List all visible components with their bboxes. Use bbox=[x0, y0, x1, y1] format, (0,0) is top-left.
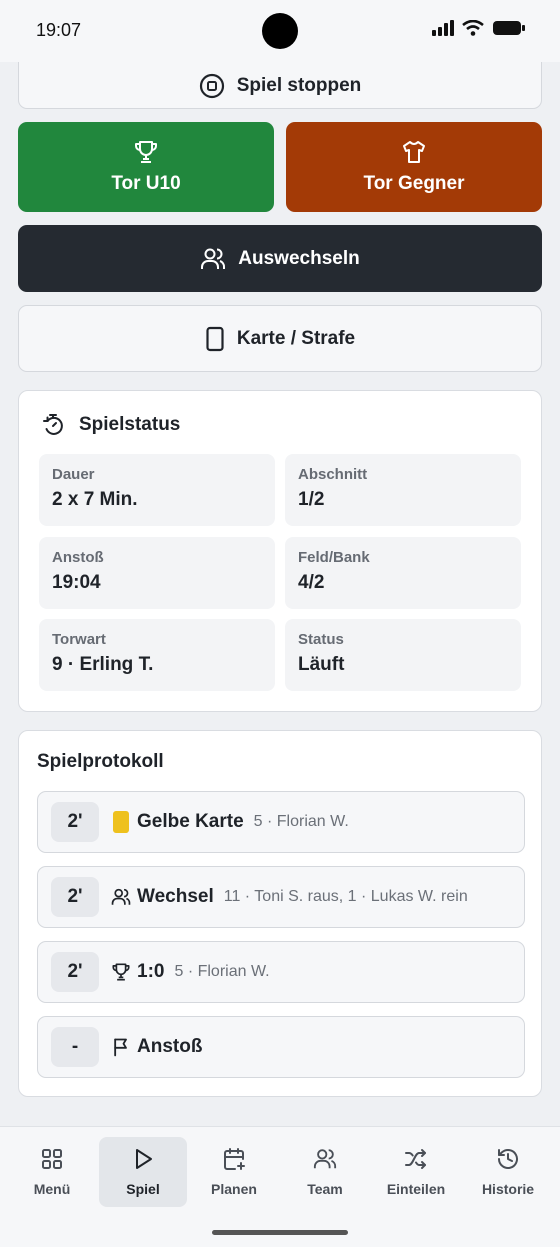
trophy-icon bbox=[111, 961, 131, 983]
protocol-entry-kickoff[interactable]: - Anstoß bbox=[37, 1016, 525, 1078]
card-penalty-label: Karte / Strafe bbox=[236, 327, 356, 349]
flag-icon bbox=[111, 1036, 131, 1058]
bottom-navigation: Menü Spiel Planen Team Einteilen Histori… bbox=[0, 1126, 560, 1247]
nav-item-team[interactable]: Team bbox=[281, 1137, 369, 1207]
nav-item-plan[interactable]: Planen bbox=[190, 1137, 278, 1207]
tile-value: 4/2 bbox=[298, 572, 325, 593]
entry-minute: 2' bbox=[51, 877, 99, 917]
status-tile-status: Status Läuft bbox=[285, 619, 521, 691]
stop-game-button[interactable]: Spiel stoppen bbox=[18, 62, 542, 109]
entry-title: Wechsel bbox=[137, 886, 214, 907]
timer-icon bbox=[43, 414, 63, 435]
shuffle-icon bbox=[405, 1149, 426, 1169]
nav-item-history[interactable]: Historie bbox=[464, 1137, 552, 1207]
nav-item-game[interactable]: Spiel bbox=[99, 1137, 187, 1207]
goal-opponent-button[interactable]: Tor Gegner bbox=[286, 122, 542, 212]
nav-label: Planen bbox=[211, 1181, 257, 1197]
nav-label: Menü bbox=[33, 1181, 71, 1197]
status-tile-goalkeeper: Torwart 9 · Erling T. bbox=[39, 619, 275, 691]
status-time: 19:07 bbox=[36, 20, 82, 40]
tile-value: Läuft bbox=[298, 654, 345, 675]
tile-label: Torwart bbox=[52, 631, 106, 648]
entry-minute: 2' bbox=[51, 952, 99, 992]
users-icon bbox=[313, 1149, 337, 1169]
tile-label: Anstoß bbox=[52, 549, 104, 566]
tile-label: Dauer bbox=[52, 466, 95, 483]
status-tile-field-bench: Feld/Bank 4/2 bbox=[285, 537, 521, 609]
entry-detail: 5 · Florian W. bbox=[253, 813, 349, 830]
protocol-entry-yellow-card[interactable]: 2' Gelbe Karte 5 · Florian W. bbox=[37, 791, 525, 853]
entry-title: Anstoß bbox=[137, 1036, 203, 1057]
play-icon bbox=[136, 1149, 152, 1169]
users-icon bbox=[111, 886, 131, 908]
status-bar: 19:07 bbox=[0, 0, 560, 62]
goal-opponent-label: Tor Gegner bbox=[363, 173, 465, 194]
tile-label: Status bbox=[298, 631, 344, 648]
game-status-card: Spielstatus Dauer 2 x 7 Min. Abschnitt 1… bbox=[18, 390, 542, 712]
goal-home-label: Tor U10 bbox=[111, 173, 181, 194]
tile-label: Feld/Bank bbox=[298, 549, 370, 566]
battery-icon bbox=[493, 21, 525, 35]
nav-label: Historie bbox=[481, 1181, 535, 1197]
protocol-entry-goal[interactable]: 2' 1:0 5 · Florian W. bbox=[37, 941, 525, 1003]
status-tile-period: Abschnitt 1/2 bbox=[285, 454, 521, 526]
card-penalty-button[interactable]: Karte / Strafe bbox=[18, 305, 542, 372]
nav-label: Team bbox=[307, 1181, 343, 1197]
yellow-card-icon bbox=[111, 811, 131, 833]
entry-detail: 5 · Florian W. bbox=[174, 963, 270, 980]
status-tile-duration: Dauer 2 x 7 Min. bbox=[39, 454, 275, 526]
tile-value: 1/2 bbox=[298, 489, 325, 510]
nav-item-menu[interactable]: Menü bbox=[8, 1137, 96, 1207]
wifi-icon bbox=[462, 20, 484, 36]
tile-label: Abschnitt bbox=[298, 466, 368, 483]
entry-minute: - bbox=[51, 1027, 99, 1067]
signal-icon bbox=[432, 20, 454, 36]
entry-title: Gelbe Karte bbox=[137, 811, 244, 832]
entry-minute: 2' bbox=[51, 802, 99, 842]
stop-game-label: Spiel stoppen bbox=[236, 74, 362, 96]
game-protocol-card: Spielprotokoll 2' Gelbe Karte 5 · Floria… bbox=[18, 730, 542, 1097]
history-icon bbox=[498, 1149, 518, 1169]
tile-value: 19:04 bbox=[52, 572, 101, 593]
home-indicator[interactable] bbox=[212, 1230, 348, 1235]
nav-label: Einteilen bbox=[386, 1181, 446, 1197]
protocol-entry-substitution[interactable]: 2' Wechsel 11 · Toni S. raus, 1 · Lukas … bbox=[37, 866, 525, 928]
grid-icon bbox=[42, 1149, 62, 1169]
tile-value: 9 · Erling T. bbox=[52, 654, 154, 675]
calendar-plus-icon bbox=[224, 1148, 245, 1170]
game-protocol-title: Spielprotokoll bbox=[37, 751, 164, 772]
substitute-label: Auswechseln bbox=[238, 247, 360, 269]
status-tile-kickoff: Anstoß 19:04 bbox=[39, 537, 275, 609]
card-icon bbox=[206, 326, 224, 351]
entry-title: 1:0 bbox=[137, 961, 165, 982]
entry-detail: 11 · Toni S. raus, 1 · Lukas W. rein bbox=[223, 888, 468, 905]
game-screen: Spiel stoppen Tor U10 Tor Gegner Auswech… bbox=[0, 62, 560, 1126]
stop-circle-icon bbox=[199, 73, 224, 98]
users-icon bbox=[201, 248, 226, 269]
game-status-title: Spielstatus bbox=[79, 414, 181, 435]
nav-item-assign[interactable]: Einteilen bbox=[372, 1137, 460, 1207]
status-icons bbox=[432, 19, 526, 37]
shirt-icon bbox=[403, 141, 425, 163]
trophy-icon bbox=[135, 141, 157, 163]
nav-label: Spiel bbox=[126, 1181, 160, 1197]
substitute-button[interactable]: Auswechseln bbox=[18, 225, 542, 292]
camera-cutout bbox=[262, 13, 298, 49]
tile-value: 2 x 7 Min. bbox=[52, 489, 138, 510]
goal-home-button[interactable]: Tor U10 bbox=[18, 122, 274, 212]
